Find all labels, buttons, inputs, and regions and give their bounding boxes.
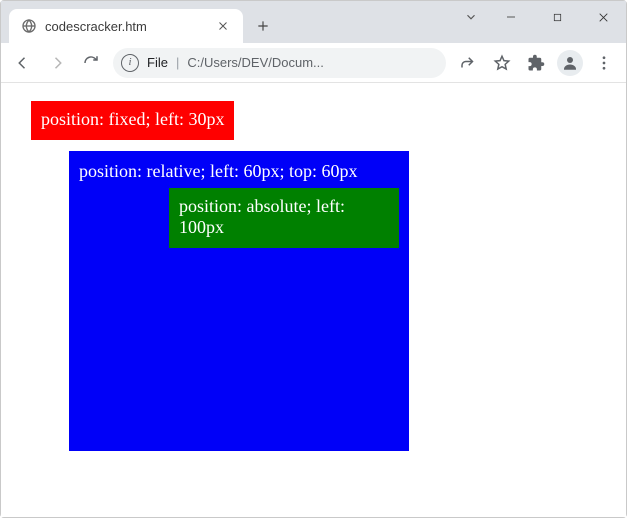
globe-icon bbox=[21, 18, 37, 34]
url-divider: | bbox=[176, 55, 179, 70]
page-viewport: position: fixed; left: 30px position: re… bbox=[1, 83, 626, 517]
close-window-button[interactable] bbox=[580, 1, 626, 33]
browser-tab[interactable]: codescracker.htm bbox=[9, 9, 243, 43]
url-scheme: File bbox=[147, 55, 168, 70]
window-controls bbox=[454, 1, 626, 43]
menu-button[interactable] bbox=[588, 47, 620, 79]
fixed-box-text: position: fixed; left: 30px bbox=[41, 109, 224, 129]
url-path: C:/Users/DEV/Docum... bbox=[187, 55, 438, 70]
reload-button[interactable] bbox=[75, 47, 107, 79]
back-button[interactable] bbox=[7, 47, 39, 79]
maximize-button[interactable] bbox=[534, 1, 580, 33]
extensions-button[interactable] bbox=[520, 47, 552, 79]
site-info-icon[interactable]: i bbox=[121, 54, 139, 72]
share-button[interactable] bbox=[452, 47, 484, 79]
relative-box-text: position: relative; left: 60px; top: 60p… bbox=[79, 161, 357, 181]
address-bar[interactable]: i File | C:/Users/DEV/Docum... bbox=[113, 48, 446, 78]
page-body: position: fixed; left: 30px position: re… bbox=[1, 83, 626, 399]
browser-toolbar: i File | C:/Users/DEV/Docum... bbox=[1, 43, 626, 83]
absolute-box: position: absolute; left: 100px bbox=[169, 188, 399, 248]
tab-strip: codescracker.htm bbox=[1, 1, 454, 43]
new-tab-button[interactable] bbox=[249, 12, 277, 40]
avatar-icon bbox=[557, 50, 583, 76]
window-titlebar: codescracker.htm bbox=[1, 1, 626, 43]
profile-button[interactable] bbox=[554, 47, 586, 79]
forward-button[interactable] bbox=[41, 47, 73, 79]
tab-title: codescracker.htm bbox=[45, 19, 207, 34]
fixed-box: position: fixed; left: 30px bbox=[31, 101, 234, 140]
absolute-box-text: position: absolute; left: 100px bbox=[179, 196, 345, 237]
relative-box: position: relative; left: 60px; top: 60p… bbox=[69, 151, 409, 451]
chevron-down-icon[interactable] bbox=[454, 1, 488, 33]
minimize-button[interactable] bbox=[488, 1, 534, 33]
bookmark-button[interactable] bbox=[486, 47, 518, 79]
close-tab-button[interactable] bbox=[215, 18, 231, 34]
